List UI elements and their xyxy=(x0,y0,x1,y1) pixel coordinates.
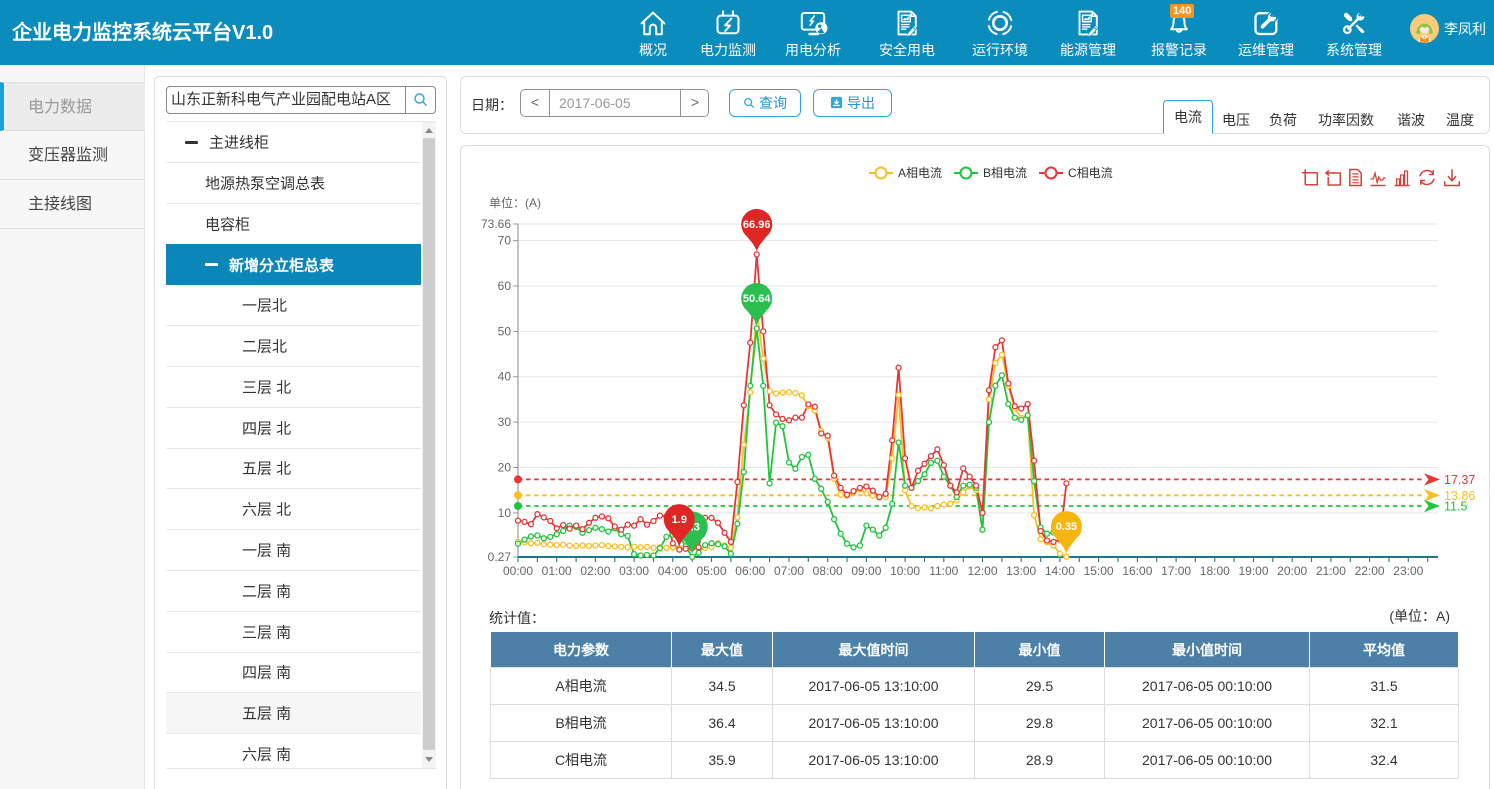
svg-text:12:00: 12:00 xyxy=(967,564,997,578)
svg-text:30: 30 xyxy=(498,415,512,429)
svg-text:A相电流: A相电流 xyxy=(898,166,942,180)
svg-text:16:00: 16:00 xyxy=(1122,564,1152,578)
svg-text:03:00: 03:00 xyxy=(619,564,649,578)
svg-text:40: 40 xyxy=(498,370,512,384)
svg-text:60: 60 xyxy=(498,279,512,293)
svg-text:66.96: 66.96 xyxy=(743,219,771,231)
svg-text:10:00: 10:00 xyxy=(890,564,920,578)
svg-text:05:00: 05:00 xyxy=(696,564,726,578)
svg-text:1.9: 1.9 xyxy=(672,514,687,526)
svg-text:10: 10 xyxy=(498,506,512,520)
svg-text:50.64: 50.64 xyxy=(743,293,771,305)
svg-text:22:00: 22:00 xyxy=(1355,564,1385,578)
svg-text:06:00: 06:00 xyxy=(735,564,765,578)
svg-text:73.66: 73.66 xyxy=(481,217,511,231)
svg-text:17:00: 17:00 xyxy=(1161,564,1191,578)
svg-text:11.5: 11.5 xyxy=(1444,500,1467,514)
svg-text:13:00: 13:00 xyxy=(1006,564,1036,578)
svg-text:70: 70 xyxy=(498,234,512,248)
svg-text:0.27: 0.27 xyxy=(488,550,512,564)
svg-text:B相电流: B相电流 xyxy=(983,166,1027,180)
svg-text:19:00: 19:00 xyxy=(1238,564,1268,578)
svg-text:50: 50 xyxy=(498,324,512,338)
svg-text:20:00: 20:00 xyxy=(1277,564,1307,578)
svg-text:02:00: 02:00 xyxy=(580,564,610,578)
svg-text:23:00: 23:00 xyxy=(1393,564,1423,578)
svg-text:15:00: 15:00 xyxy=(1084,564,1114,578)
svg-text:21:00: 21:00 xyxy=(1316,564,1346,578)
svg-text:20: 20 xyxy=(498,461,512,475)
svg-text:08:00: 08:00 xyxy=(813,564,843,578)
svg-text:0.35: 0.35 xyxy=(1056,521,1077,533)
svg-text:04:00: 04:00 xyxy=(658,564,688,578)
svg-text:09:00: 09:00 xyxy=(851,564,881,578)
svg-text:07:00: 07:00 xyxy=(774,564,804,578)
svg-text:18:00: 18:00 xyxy=(1200,564,1230,578)
svg-text:C相电流: C相电流 xyxy=(1068,166,1113,180)
svg-text:01:00: 01:00 xyxy=(542,564,572,578)
svg-text:17.37: 17.37 xyxy=(1444,473,1475,487)
svg-text:00:00: 00:00 xyxy=(503,564,533,578)
svg-text:14:00: 14:00 xyxy=(1045,564,1075,578)
svg-text:11:00: 11:00 xyxy=(929,564,958,578)
svg-text:单位：(A): 单位：(A) xyxy=(489,195,541,210)
